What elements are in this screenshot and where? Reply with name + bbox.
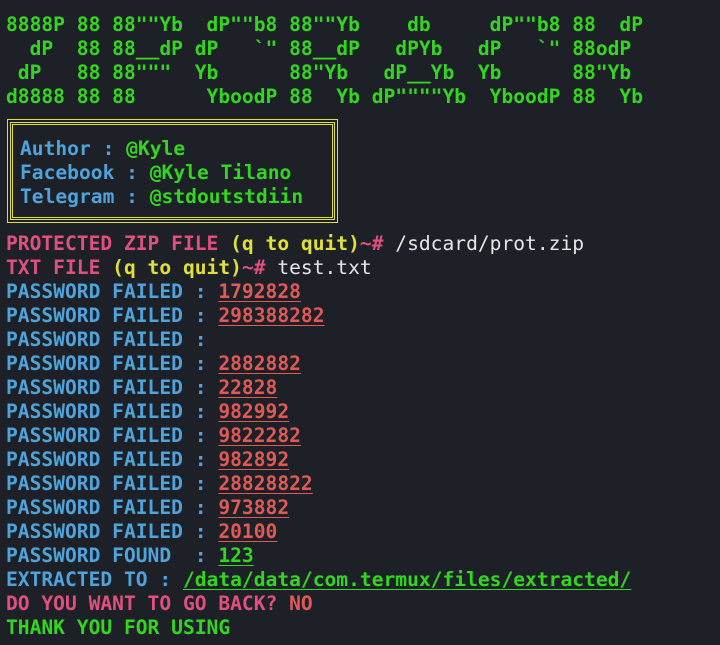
telegram-row: Telegram : @stdoutstdiin bbox=[20, 185, 303, 209]
go-back-question: DO YOU WANT TO GO BACK? bbox=[6, 592, 290, 615]
telegram-label: Telegram : bbox=[20, 185, 150, 208]
extracted-path-link[interactable]: /data/data/com.termux/files/extracted/ bbox=[183, 568, 631, 591]
password-found-row: PASSWORD FOUND : 123 bbox=[6, 544, 254, 568]
password-attempt-row: PASSWORD FAILED : 1792828 bbox=[6, 280, 301, 304]
go-back-answer[interactable]: NO bbox=[289, 592, 313, 615]
attempt-label: PASSWORD FAILED : bbox=[6, 424, 219, 447]
terminal-window[interactable]: 8888P 88 88""Yb dP""b8 88""Yb db dP""b8 … bbox=[0, 0, 720, 645]
author-row: Author : @Kyle bbox=[20, 137, 185, 161]
attempt-label: PASSWORD FAILED : bbox=[6, 520, 219, 543]
facebook-label: Facebook : bbox=[20, 161, 150, 184]
attempt-label: PASSWORD FAILED : bbox=[6, 304, 219, 327]
author-value: @Kyle bbox=[126, 137, 186, 160]
txt-quit-hint: (q to quit) bbox=[112, 256, 242, 279]
attempt-value: 1792828 bbox=[218, 280, 301, 303]
attempt-value: 973882 bbox=[218, 496, 290, 519]
attempt-label: PASSWORD FAILED : bbox=[6, 328, 219, 351]
author-label: Author : bbox=[20, 137, 127, 160]
extracted-row: EXTRACTED TO : /data/data/com.termux/fil… bbox=[6, 568, 631, 592]
attempt-label: PASSWORD FAILED : bbox=[6, 448, 219, 471]
ascii-banner-line-1: 8888P 88 88""Yb dP""b8 88""Yb db dP""b8 … bbox=[6, 13, 644, 36]
txt-prompt-line: TXT FILE (q to quit)~# test.txt bbox=[6, 256, 372, 280]
zip-quit-hint: (q to quit) bbox=[230, 232, 360, 255]
attempt-value: 22828 bbox=[218, 376, 278, 399]
txt-prompt-label: TXT FILE bbox=[6, 256, 113, 279]
found-label: PASSWORD FOUND : bbox=[6, 544, 219, 567]
zip-prompt-suffix: ~# bbox=[359, 232, 396, 255]
attempt-label: PASSWORD FAILED : bbox=[6, 496, 219, 519]
zip-prompt-line: PROTECTED ZIP FILE (q to quit)~# /sdcard… bbox=[6, 232, 584, 256]
ascii-banner-line-4: d8888 88 88 YboodP 88 Yb dP""""Yb YboodP… bbox=[6, 85, 644, 108]
telegram-value: @stdoutstdiin bbox=[149, 185, 304, 208]
password-attempt-row: PASSWORD FAILED : 2882882 bbox=[6, 352, 301, 376]
password-attempt-row: PASSWORD FAILED : 298388282 bbox=[6, 304, 325, 328]
attempt-value: 9822282 bbox=[218, 424, 301, 447]
txt-prompt-suffix: ~# bbox=[241, 256, 278, 279]
attempt-value: 2882882 bbox=[218, 352, 301, 375]
attempt-value: 982892 bbox=[218, 448, 290, 471]
password-attempt-row: PASSWORD FAILED : 28828822 bbox=[6, 472, 313, 496]
attempt-label: PASSWORD FAILED : bbox=[6, 400, 219, 423]
password-attempt-row: PASSWORD FAILED : 22828 bbox=[6, 376, 277, 400]
password-attempt-row: PASSWORD FAILED : 9822282 bbox=[6, 424, 301, 448]
attempt-label: PASSWORD FAILED : bbox=[6, 280, 219, 303]
password-attempt-row: PASSWORD FAILED : 982892 bbox=[6, 448, 289, 472]
go-back-row: DO YOU WANT TO GO BACK? NO bbox=[6, 592, 313, 616]
attempt-value: 982992 bbox=[218, 400, 290, 423]
attempt-label: PASSWORD FAILED : bbox=[6, 472, 219, 495]
attempt-label: PASSWORD FAILED : bbox=[6, 376, 219, 399]
txt-path-input[interactable]: test.txt bbox=[277, 256, 371, 279]
zip-prompt-label: PROTECTED ZIP FILE bbox=[6, 232, 231, 255]
password-attempt-row: PASSWORD FAILED : 973882 bbox=[6, 496, 289, 520]
password-attempt-row: PASSWORD FAILED : 982992 bbox=[6, 400, 289, 424]
facebook-row: Facebook : @Kyle Tilano bbox=[20, 161, 291, 185]
attempt-value: 20100 bbox=[218, 520, 278, 543]
author-info-box: Author : @Kyle Facebook : @Kyle Tilano T… bbox=[7, 119, 338, 223]
password-attempt-row: PASSWORD FAILED : 20100 bbox=[6, 520, 277, 544]
extracted-label: EXTRACTED TO : bbox=[6, 568, 183, 591]
attempt-value: 28828822 bbox=[218, 472, 313, 495]
attempt-label: PASSWORD FAILED : bbox=[6, 352, 219, 375]
ascii-banner-line-3: dP 88 88""" Yb 88"Yb dP__Yb Yb 88"Yb bbox=[6, 61, 632, 84]
facebook-value: @Kyle Tilano bbox=[149, 161, 292, 184]
password-attempt-row: PASSWORD FAILED : bbox=[6, 328, 218, 352]
attempt-value: 298388282 bbox=[218, 304, 325, 327]
zip-path-input[interactable]: /sdcard/prot.zip bbox=[395, 232, 584, 255]
found-value: 123 bbox=[218, 544, 254, 567]
ascii-banner-line-2: dP 88 88__dP dP `" 88__dP dPYb dP `" 88o… bbox=[6, 37, 632, 60]
thank-you-message: THANK YOU FOR USING bbox=[6, 616, 231, 639]
